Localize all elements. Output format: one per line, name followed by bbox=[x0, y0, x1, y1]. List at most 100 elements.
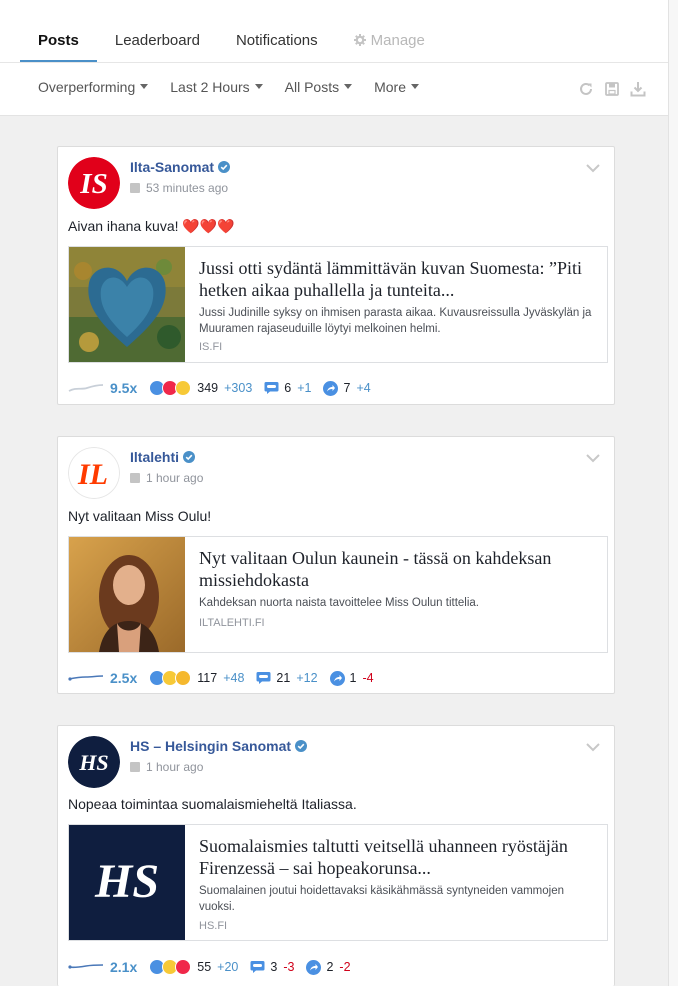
tab-leaderboard[interactable]: Leaderboard bbox=[97, 20, 218, 62]
share-icon bbox=[329, 670, 345, 686]
comment-icon bbox=[250, 961, 265, 973]
post-time-label: 1 hour ago bbox=[146, 471, 204, 485]
heart-lake-image bbox=[69, 247, 185, 362]
shares-count: 1 bbox=[349, 671, 357, 685]
link-preview[interactable]: Jussi otti sydäntä lämmittävän kuvan Suo… bbox=[68, 246, 608, 363]
shares-count: 2 bbox=[326, 960, 334, 974]
post-timestamp[interactable]: 1 hour ago bbox=[130, 760, 203, 774]
verified-badge-icon bbox=[218, 161, 231, 173]
link-domain: ILTALEHTI.FI bbox=[199, 617, 265, 629]
reactions-icons bbox=[149, 958, 195, 976]
chevron-down-icon[interactable] bbox=[586, 742, 600, 752]
link-preview[interactable]: Nyt valitaan Oulun kaunein - tässä on ka… bbox=[68, 536, 608, 653]
logo-text: IL bbox=[77, 458, 108, 491]
page-logo-ilta-sanomat[interactable]: IS bbox=[68, 157, 120, 209]
reactions-delta: +48 bbox=[223, 671, 245, 685]
page-logo-iltalehti[interactable]: IL bbox=[68, 447, 120, 499]
tab-bar: Posts Leaderboard Notifications Manage bbox=[20, 20, 443, 62]
filter-label: All Posts bbox=[284, 79, 340, 95]
scrollbar-track[interactable] bbox=[668, 0, 678, 986]
link-description: Jussi Judinille syksy on ihmisen parasta… bbox=[199, 307, 592, 335]
hs-logo-icon: HS bbox=[68, 736, 120, 788]
save-icon[interactable] bbox=[604, 81, 620, 97]
comments-delta: +1 bbox=[297, 381, 312, 395]
tab-manage-label: Manage bbox=[370, 32, 425, 49]
comment-icon bbox=[264, 382, 279, 394]
hs-logo-image: HS bbox=[69, 825, 185, 940]
filter-label: More bbox=[374, 79, 407, 95]
haha-reaction-icon bbox=[175, 670, 192, 686]
comment-icon bbox=[256, 672, 271, 684]
facebook-icon bbox=[130, 762, 140, 772]
comments-delta: +12 bbox=[296, 671, 318, 685]
caret-down-icon bbox=[344, 84, 353, 89]
share-icon bbox=[306, 959, 322, 975]
tab-manage[interactable]: Manage bbox=[336, 20, 443, 62]
filter-more[interactable]: More bbox=[374, 79, 420, 95]
tab-divider bbox=[0, 62, 668, 63]
chevron-down-icon[interactable] bbox=[586, 163, 600, 173]
reactions-count: 55 bbox=[197, 960, 212, 974]
comments-count: 3 bbox=[270, 960, 278, 974]
top-bar: Posts Leaderboard Notifications Manage O… bbox=[0, 0, 668, 116]
tab-notifications[interactable]: Notifications bbox=[218, 20, 336, 62]
iltalehti-logo-icon: IL bbox=[68, 447, 120, 499]
verified-badge-icon bbox=[183, 451, 196, 463]
trend-sparkline-icon bbox=[68, 964, 104, 969]
page-name[interactable]: Ilta-Sanomat bbox=[130, 159, 231, 175]
link-preview[interactable]: HS Suomalaismies taltutti veitsellä uhan… bbox=[68, 824, 608, 941]
post-stats: 2.5x 117 +48 21 +12 1 -4 bbox=[68, 668, 386, 688]
post-message: Aivan ihana kuva! ❤️❤️❤️ bbox=[68, 218, 235, 234]
reactions-delta: +20 bbox=[217, 960, 239, 974]
overperformance-ratio[interactable]: 2.1x bbox=[110, 959, 137, 975]
post-card: HS HS – Helsingin Sanomat 1 hour ago Nop… bbox=[57, 725, 615, 986]
logo-text: IS bbox=[79, 168, 107, 200]
trend-sparkline-icon bbox=[68, 675, 104, 681]
post-stats: 2.1x 55 +20 3 -3 2 -2 bbox=[68, 957, 363, 977]
overperformance-ratio[interactable]: 9.5x bbox=[110, 380, 137, 396]
caret-down-icon bbox=[254, 84, 263, 89]
post-card: IL Iltalehti 1 hour ago Nyt valitaan Mis… bbox=[57, 436, 615, 694]
post-timestamp[interactable]: 53 minutes ago bbox=[130, 181, 228, 195]
reactions-count: 117 bbox=[197, 671, 218, 685]
page-name[interactable]: Iltalehti bbox=[130, 449, 196, 465]
refresh-icon[interactable] bbox=[578, 81, 594, 97]
link-title: Jussi otti sydäntä lämmittävän kuvan Suo… bbox=[199, 258, 582, 300]
comments-count: 21 bbox=[276, 671, 291, 685]
page-name-label: Iltalehti bbox=[130, 449, 180, 465]
link-thumbnail bbox=[69, 247, 185, 362]
link-title: Nyt valitaan Oulun kaunein - tässä on ka… bbox=[199, 548, 552, 590]
filter-post-type[interactable]: All Posts bbox=[284, 79, 353, 95]
page-logo-helsingin-sanomat[interactable]: HS bbox=[68, 736, 120, 788]
verified-badge-icon bbox=[295, 740, 308, 752]
toolbar-actions bbox=[568, 81, 646, 97]
tab-posts[interactable]: Posts bbox=[20, 20, 97, 62]
comments-delta: -3 bbox=[283, 960, 295, 974]
page-name-label: Ilta-Sanomat bbox=[130, 159, 215, 175]
post-timestamp[interactable]: 1 hour ago bbox=[130, 471, 203, 485]
gear-icon bbox=[353, 34, 366, 46]
shares-delta: +4 bbox=[356, 381, 371, 395]
filter-label: Overperforming bbox=[38, 79, 136, 95]
overperformance-ratio[interactable]: 2.5x bbox=[110, 670, 137, 686]
trend-sparkline-icon bbox=[68, 384, 104, 392]
link-domain: HS.FI bbox=[199, 920, 228, 932]
filter-overperforming[interactable]: Overperforming bbox=[38, 79, 149, 95]
page-name[interactable]: HS – Helsingin Sanomat bbox=[130, 738, 308, 754]
angry-reaction-icon bbox=[175, 959, 192, 975]
thumbnail-logo-text: HS bbox=[94, 855, 159, 908]
filter-time-range[interactable]: Last 2 Hours bbox=[170, 79, 263, 95]
link-description: Suomalainen joutui hoidettavaksi käsikäh… bbox=[199, 885, 565, 913]
chevron-down-icon[interactable] bbox=[586, 453, 600, 463]
reactions-count: 349 bbox=[197, 381, 219, 395]
download-icon[interactable] bbox=[630, 81, 646, 97]
page-name-label: HS – Helsingin Sanomat bbox=[130, 738, 292, 754]
shares-delta: -4 bbox=[362, 671, 374, 685]
shares-delta: -2 bbox=[339, 960, 351, 974]
post-message: Nyt valitaan Miss Oulu! bbox=[68, 508, 212, 524]
post-stats: 9.5x 349 +303 6 +1 7 +4 bbox=[68, 378, 383, 398]
link-thumbnail bbox=[69, 537, 185, 652]
caret-down-icon bbox=[411, 84, 420, 89]
reactions-icons bbox=[149, 379, 195, 397]
facebook-icon bbox=[130, 473, 140, 483]
